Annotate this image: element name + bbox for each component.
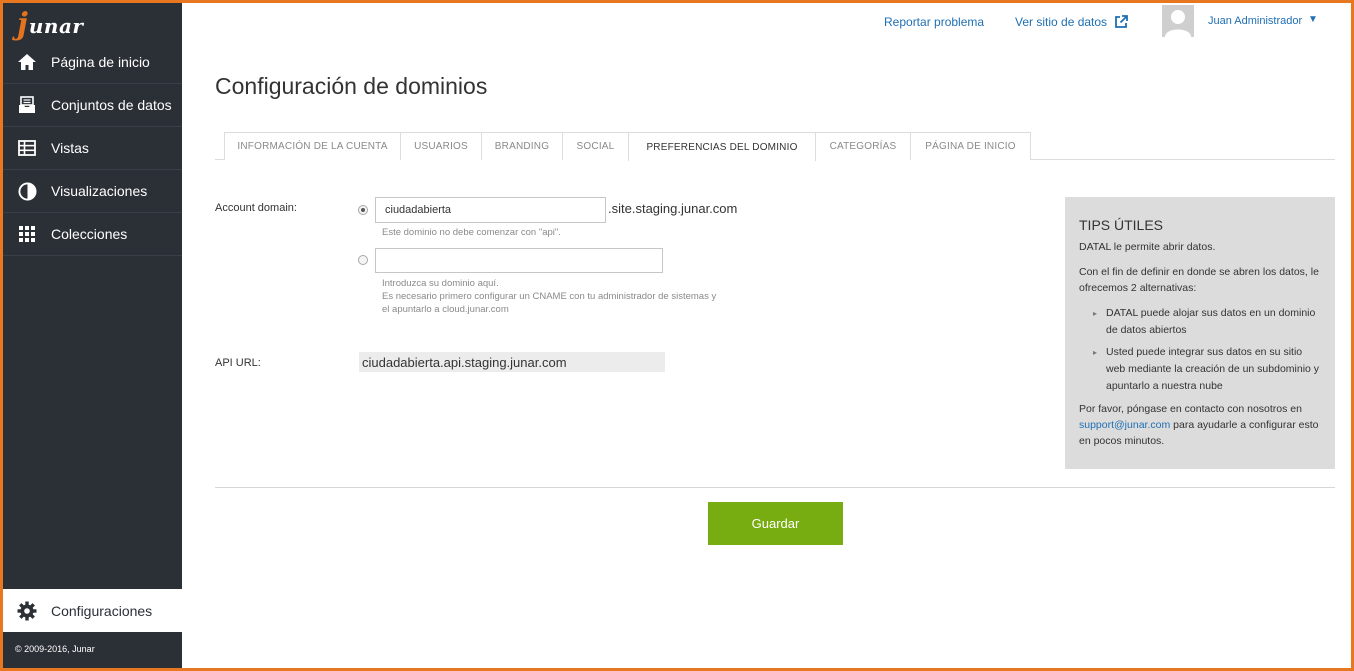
subdomain-radio[interactable]: [358, 205, 368, 215]
tips-panel: TIPS ÚTILES DATAL le permite abrir datos…: [1065, 197, 1335, 469]
sidebar-item-home[interactable]: Página de inicio: [3, 41, 182, 84]
sidebar-item-collections[interactable]: Colecciones: [3, 213, 182, 256]
sidebar-nav: Página de inicio Conjuntos de datos Vist…: [3, 41, 182, 256]
tab-branding[interactable]: BRANDING: [481, 132, 563, 160]
custom-domain-input[interactable]: [375, 248, 663, 273]
view-data-site-link[interactable]: Ver sitio de datos: [1015, 15, 1128, 29]
custom-domain-hint-line: Es necesario primero configurar un CNAME…: [382, 291, 717, 302]
logo-text: unar: [28, 14, 84, 38]
pie-chart-icon: [17, 181, 37, 201]
tips-contact: Por favor, póngase en contacto con nosot…: [1079, 401, 1323, 449]
divider: [215, 487, 1335, 488]
report-problem-link[interactable]: Reportar problema: [884, 15, 984, 29]
sidebar-item-label: Página de inicio: [51, 54, 150, 70]
avatar[interactable]: [1162, 5, 1194, 37]
tab-social[interactable]: SOCIAL: [562, 132, 629, 160]
api-url-label: API URL:: [215, 357, 261, 369]
tips-list: DATAL puede alojar sus datos en un domin…: [1093, 305, 1323, 395]
sidebar-item-visualizations[interactable]: Visualizaciones: [3, 170, 182, 213]
home-icon: [17, 52, 37, 72]
custom-domain-hint: Introduzca su dominio aquí. Es necesario…: [382, 277, 716, 316]
copyright-text: © 2009-2016, Junar: [15, 644, 95, 654]
subdomain-suffix: .site.staging.junar.com: [608, 201, 738, 216]
grid-icon: [17, 224, 37, 244]
account-domain-label: Account domain:: [215, 202, 297, 214]
app-frame: j unar Página de inicio Conjuntos de dat…: [3, 3, 1351, 668]
subdomain-hint: Este dominio no debe comenzar con "api".: [382, 227, 561, 238]
tips-bullet: DATAL puede alojar sus datos en un domin…: [1093, 305, 1323, 339]
tab-domain-preferences[interactable]: PREFERENCIAS DEL DOMINIO: [628, 132, 816, 161]
support-email-link[interactable]: support@junar.com: [1079, 419, 1170, 431]
view-data-site-label: Ver sitio de datos: [1015, 15, 1108, 29]
sidebar-item-views[interactable]: Vistas: [3, 127, 182, 170]
junar-logo[interactable]: j unar: [17, 7, 83, 43]
sidebar-item-label: Conjuntos de datos: [51, 97, 172, 113]
tips-contact-text: Por favor, póngase en contacto con nosot…: [1079, 403, 1302, 415]
sidebar-item-label: Visualizaciones: [51, 183, 148, 199]
page-title: Configuración de dominios: [215, 73, 488, 99]
tips-lead: Con el fin de definir en donde se abren …: [1079, 266, 1319, 294]
table-icon: [17, 138, 37, 158]
tab-account-info[interactable]: INFORMACIÓN DE LA CUENTA: [224, 132, 401, 160]
settings-label: Configuraciones: [51, 602, 153, 619]
tab-categories[interactable]: CATEGORÍAS: [815, 132, 911, 160]
tab-home-page[interactable]: PÁGINA DE INICIO: [910, 132, 1031, 160]
custom-domain-hint-line: Introduzca su dominio aquí.: [382, 278, 499, 289]
sidebar-item-label: Colecciones: [51, 226, 128, 242]
sidebar: j unar Página de inicio Conjuntos de dat…: [3, 3, 182, 668]
logo-letter: j: [17, 7, 28, 42]
settings-tabs: INFORMACIÓN DE LA CUENTA USUARIOS BRANDI…: [215, 132, 1335, 161]
save-button[interactable]: Guardar: [708, 502, 843, 545]
subdomain-input[interactable]: ciudadabierta: [375, 197, 606, 223]
custom-domain-radio[interactable]: [358, 255, 368, 265]
external-link-icon: [1114, 15, 1128, 29]
sidebar-item-datasets[interactable]: Conjuntos de datos: [3, 84, 182, 127]
sidebar-item-label: Vistas: [51, 140, 89, 156]
tips-intro: DATAL le permite abrir datos.: [1079, 241, 1216, 253]
api-url-value: ciudadabierta.api.staging.junar.com: [359, 352, 665, 372]
tips-title: TIPS ÚTILES: [1079, 217, 1164, 233]
chevron-down-icon[interactable]: ▼: [1308, 14, 1318, 25]
custom-domain-hint-line: el apuntarlo a cloud.junar.com: [382, 304, 509, 315]
inbox-icon: [17, 95, 37, 115]
tab-users[interactable]: USUARIOS: [400, 132, 482, 160]
user-menu[interactable]: Juan Administrador: [1208, 15, 1302, 27]
gear-icon: [17, 601, 37, 621]
sidebar-item-settings[interactable]: Configuraciones: [3, 589, 182, 632]
tips-bullet: Usted puede integrar sus datos en su sit…: [1093, 344, 1323, 395]
